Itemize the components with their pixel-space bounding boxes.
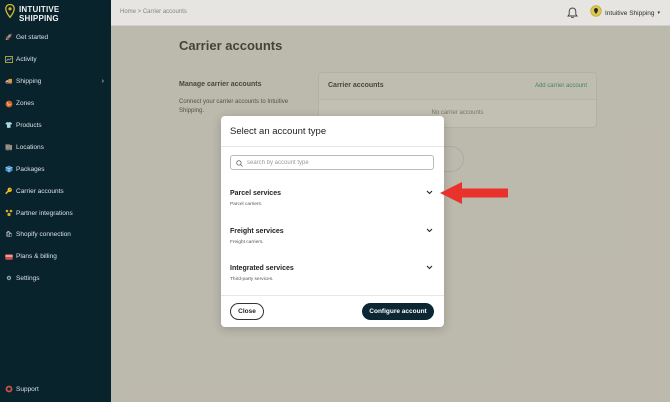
search-icon bbox=[236, 154, 243, 172]
modal-footer: Close Configure account bbox=[221, 295, 444, 327]
sidebar-item-zones[interactable]: Zones bbox=[0, 93, 111, 115]
modal-title: Select an account type bbox=[230, 126, 327, 137]
sidebar-item-products[interactable]: 👕 Products bbox=[0, 115, 111, 137]
close-button[interactable]: Close bbox=[230, 303, 264, 320]
chevron-right-icon: › bbox=[101, 77, 104, 85]
chevron-down-icon[interactable] bbox=[426, 265, 433, 272]
sidebar: INTUITIVE SHIPPING 🚀 Get started Activit… bbox=[0, 0, 111, 402]
globe-icon bbox=[5, 100, 13, 108]
chart-icon bbox=[5, 56, 13, 64]
sidebar-item-label: Shipping bbox=[16, 78, 42, 86]
box-icon bbox=[5, 165, 13, 173]
puzzle-icon bbox=[5, 209, 13, 217]
chevron-down-icon[interactable] bbox=[426, 190, 433, 197]
sidebar-item-carrier-accounts[interactable]: 🔑 Carrier accounts bbox=[0, 180, 111, 202]
option-subtitle: Third-party services. bbox=[230, 277, 274, 282]
search-input[interactable] bbox=[247, 159, 427, 166]
gear-icon: ⚙ bbox=[6, 276, 12, 283]
sidebar-item-packages[interactable]: Packages bbox=[0, 158, 111, 180]
sidebar-item-label: Packages bbox=[16, 165, 45, 173]
sidebar-item-get-started[interactable]: 🚀 Get started bbox=[0, 27, 111, 49]
sidebar-item-label: Locations bbox=[16, 143, 44, 151]
account-type-search[interactable] bbox=[230, 155, 434, 170]
chevron-down-icon[interactable] bbox=[426, 228, 433, 235]
sidebar-item-plans-billing[interactable]: Plans & billing bbox=[0, 246, 111, 268]
sidebar-nav: 🚀 Get started Activity 🚚 Shipping › Zone… bbox=[0, 27, 111, 290]
rocket-icon: 🚀 bbox=[5, 35, 13, 42]
account-option-integrated[interactable]: Integrated services Third-party services… bbox=[230, 265, 434, 289]
brand-line2: SHIPPING bbox=[19, 13, 59, 23]
truck-icon: 🚚 bbox=[5, 79, 13, 86]
option-subtitle: Freight carriers. bbox=[230, 240, 264, 245]
sidebar-item-label: Shopify connection bbox=[16, 231, 71, 239]
option-subtitle: Parcel carriers. bbox=[230, 202, 263, 207]
modal-header: Select an account type bbox=[221, 116, 444, 147]
option-title: Integrated services bbox=[230, 265, 294, 272]
sidebar-item-label: Zones bbox=[16, 100, 35, 108]
option-title: Parcel services bbox=[230, 190, 281, 197]
topbar-dim-overlay bbox=[111, 0, 670, 26]
location-pin-icon bbox=[5, 3, 15, 23]
sidebar-item-label: Get started bbox=[16, 34, 49, 42]
sidebar-item-label: Partner integrations bbox=[16, 209, 73, 217]
sidebar-item-activity[interactable]: Activity bbox=[0, 49, 111, 71]
building-icon: 🏬 bbox=[5, 144, 13, 151]
help-icon bbox=[5, 385, 13, 393]
card-icon bbox=[5, 253, 13, 261]
sidebar-item-label: Products bbox=[16, 122, 42, 129]
sidebar-item-locations[interactable]: 🏬 Locations bbox=[0, 136, 111, 158]
brand-line1: INTUITIVE bbox=[19, 4, 60, 14]
sidebar-item-label: Settings bbox=[16, 275, 40, 283]
account-option-freight[interactable]: Freight services Freight carriers. bbox=[230, 228, 434, 252]
support-label: Support bbox=[16, 385, 39, 393]
sidebar-item-label: Carrier accounts bbox=[16, 187, 64, 195]
sidebar-item-support[interactable]: Support bbox=[5, 385, 39, 393]
sidebar-item-partner-integrations[interactable]: Partner integrations bbox=[0, 202, 111, 224]
sidebar-item-label: Activity bbox=[16, 56, 37, 64]
sidebar-item-label: Plans & billing bbox=[16, 253, 57, 261]
configure-account-button[interactable]: Configure account bbox=[362, 303, 434, 320]
key-icon: 🔑 bbox=[5, 188, 13, 195]
bag-icon: 🛍 bbox=[5, 232, 13, 239]
account-option-parcel[interactable]: Parcel services Parcel carriers. bbox=[230, 190, 434, 214]
shirt-icon: 👕 bbox=[5, 123, 13, 129]
select-account-type-modal: Select an account type Parcel services P… bbox=[221, 116, 444, 327]
brand-logo[interactable]: INTUITIVE SHIPPING bbox=[5, 3, 60, 23]
sidebar-item-settings[interactable]: ⚙ Settings bbox=[0, 268, 111, 290]
sidebar-item-shipping[interactable]: 🚚 Shipping › bbox=[0, 71, 111, 93]
annotation-arrow-icon bbox=[438, 180, 510, 211]
sidebar-item-shopify-connection[interactable]: 🛍 Shopify connection bbox=[0, 224, 111, 246]
option-title: Freight services bbox=[230, 228, 284, 235]
